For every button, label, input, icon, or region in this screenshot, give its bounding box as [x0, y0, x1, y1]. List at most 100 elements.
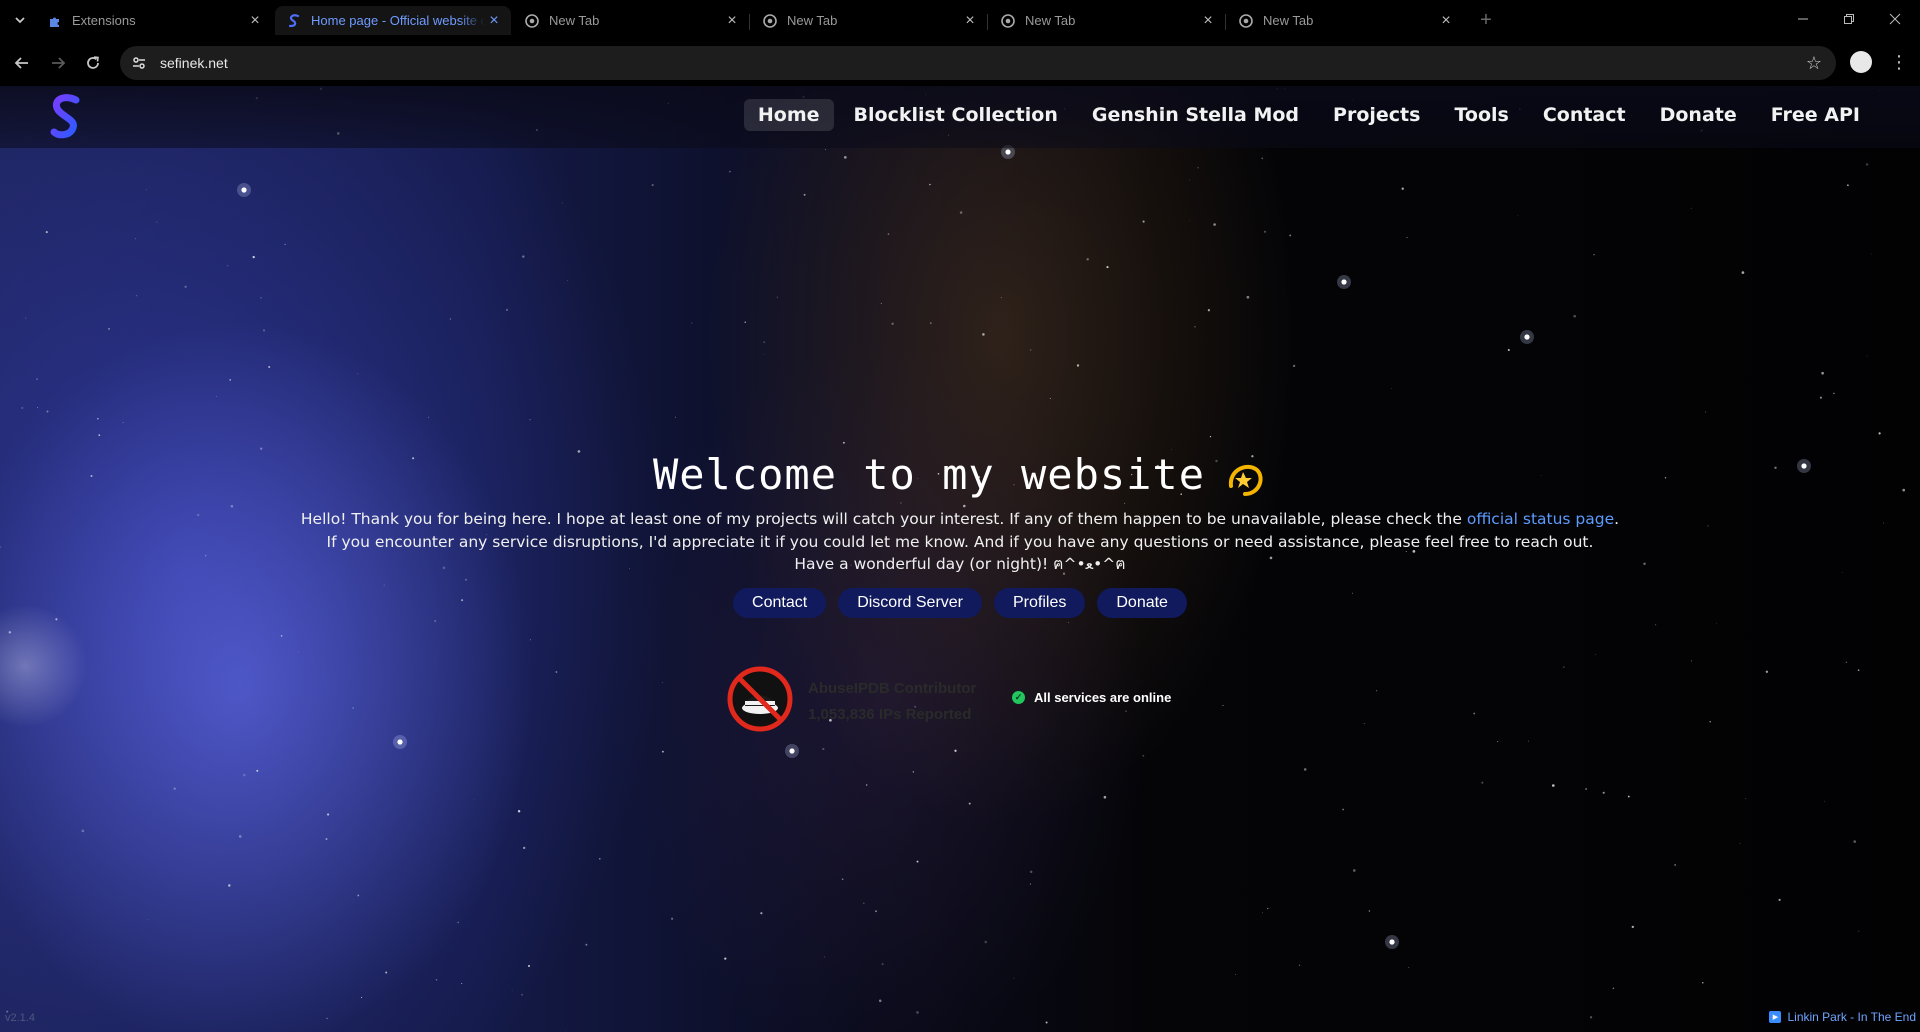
star [916, 1011, 919, 1014]
official-status-page-link[interactable]: official status page [1467, 510, 1614, 528]
reload-button[interactable] [79, 49, 107, 77]
forward-button[interactable] [44, 49, 72, 77]
star [959, 211, 963, 214]
close-icon[interactable]: × [246, 12, 264, 30]
star [881, 963, 884, 966]
back-button[interactable] [8, 49, 36, 77]
site-navbar: Home Blocklist Collection Genshin Stella… [0, 86, 1920, 148]
star [1704, 411, 1707, 413]
bright-star [1341, 279, 1347, 285]
star [1125, 710, 1127, 713]
tab-separator [749, 14, 750, 30]
star [1594, 653, 1596, 655]
star [1631, 925, 1634, 929]
star [760, 912, 763, 915]
new-tab-button[interactable]: + [1474, 8, 1498, 32]
star [916, 860, 919, 863]
close-icon[interactable]: × [1199, 12, 1217, 30]
close-icon[interactable]: × [723, 12, 741, 30]
nav-blocklist-collection[interactable]: Blocklist Collection [840, 99, 1072, 131]
nav-donate[interactable]: Donate [1646, 99, 1751, 131]
tab-sefinek[interactable]: Home page - Official website of Sefinek … [275, 6, 511, 35]
tab-extensions[interactable]: Extensions × [36, 6, 272, 35]
nav-free-api[interactable]: Free API [1757, 99, 1874, 131]
nav-contact[interactable]: Contact [1529, 99, 1640, 131]
star [954, 749, 957, 752]
star [724, 957, 727, 960]
abuseipdb-info[interactable]: AbuseIPDB Contributor 1,053,836 IPs Repo… [808, 676, 976, 728]
star [461, 982, 463, 985]
profile-avatar[interactable] [1850, 51, 1872, 73]
bookmark-star-icon[interactable]: ☆ [1806, 53, 1822, 74]
star [1142, 754, 1145, 757]
minimize-button[interactable] [1780, 6, 1826, 34]
star [256, 769, 259, 772]
star [1473, 712, 1476, 715]
star [156, 221, 158, 223]
tab-new-tab[interactable]: New Tab × [1227, 6, 1463, 35]
star [1213, 223, 1216, 226]
tab-search-button[interactable] [10, 10, 30, 30]
star [227, 265, 229, 267]
nav-tools[interactable]: Tools [1440, 99, 1522, 131]
nav-projects[interactable]: Projects [1319, 99, 1434, 131]
star [1289, 234, 1292, 237]
star [1551, 784, 1555, 787]
close-icon[interactable]: × [961, 12, 979, 30]
close-icon[interactable]: × [485, 12, 503, 30]
donate-button[interactable]: Donate [1097, 588, 1187, 618]
more-menu-icon[interactable]: ⋮ [1890, 50, 1908, 74]
tab-new-tab[interactable]: New Tab × [513, 6, 749, 35]
discord-server-button[interactable]: Discord Server [838, 588, 982, 618]
close-window-button[interactable] [1872, 6, 1918, 34]
chrome-icon [1001, 13, 1015, 28]
star [228, 884, 231, 887]
star [824, 956, 826, 958]
site-info-button[interactable] [126, 50, 152, 76]
star [1870, 253, 1872, 255]
star [81, 829, 85, 833]
star [434, 620, 437, 622]
nav-genshin-stella-mod[interactable]: Genshin Stella Mod [1078, 99, 1313, 131]
sefinek-favicon-icon [287, 13, 301, 28]
star [763, 354, 764, 355]
sefinek-logo[interactable] [46, 92, 86, 140]
star [1765, 670, 1769, 673]
address-bar[interactable]: sefinek.net ☆ [120, 46, 1836, 80]
page-viewport: Home Blocklist Collection Genshin Stella… [0, 86, 1920, 1032]
star [352, 707, 354, 709]
star [1517, 214, 1519, 216]
close-icon[interactable]: × [1437, 12, 1455, 30]
tab-new-tab[interactable]: New Tab × [989, 6, 1225, 35]
contact-button[interactable]: Contact [733, 588, 827, 618]
star [1049, 398, 1051, 399]
star [215, 395, 217, 397]
star [984, 940, 988, 944]
profiles-button[interactable]: Profiles [994, 588, 1086, 618]
star [1261, 157, 1264, 160]
status-indicator[interactable]: ✓ All services are online [1012, 690, 1171, 705]
abuseipdb-badge-icon[interactable] [727, 666, 793, 732]
restore-button[interactable] [1826, 6, 1872, 34]
star [357, 373, 359, 374]
star [1142, 220, 1145, 223]
star [252, 255, 255, 259]
now-playing[interactable]: ▶ Linkin Park - In The End [1769, 1010, 1916, 1024]
star [1408, 967, 1410, 968]
star [1627, 795, 1630, 798]
star [268, 365, 271, 369]
star [1602, 791, 1605, 794]
tab-label: New Tab [549, 13, 600, 28]
star [528, 965, 530, 967]
star [357, 894, 360, 897]
star [385, 971, 388, 974]
nav-home[interactable]: Home [743, 99, 834, 131]
hero-buttons: Contact Discord Server Profiles Donate [0, 588, 1920, 618]
star [565, 1030, 566, 1032]
url-text[interactable]: sefinek.net [160, 55, 228, 71]
tab-new-tab[interactable]: New Tab × [751, 6, 987, 35]
star [473, 799, 475, 801]
star [1833, 392, 1835, 395]
star [1878, 432, 1881, 435]
close-icon [1889, 13, 1901, 25]
